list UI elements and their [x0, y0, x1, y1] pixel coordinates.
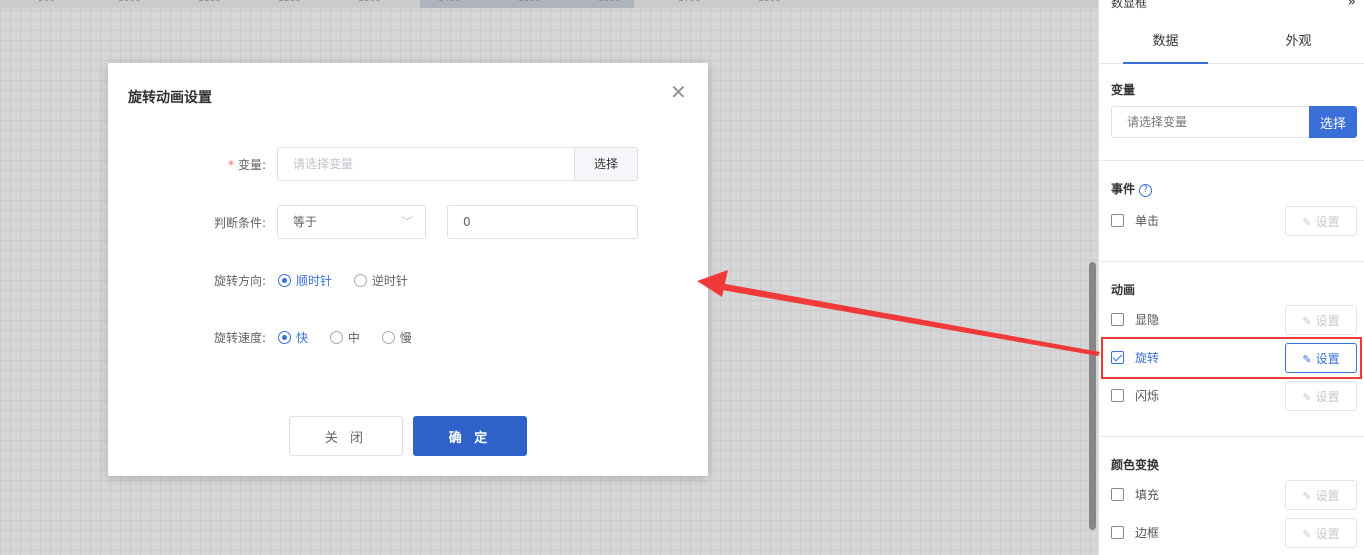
arrow-head: [697, 270, 728, 297]
arrow-shaft: [720, 283, 1100, 356]
annotation-arrow: [697, 270, 1100, 356]
